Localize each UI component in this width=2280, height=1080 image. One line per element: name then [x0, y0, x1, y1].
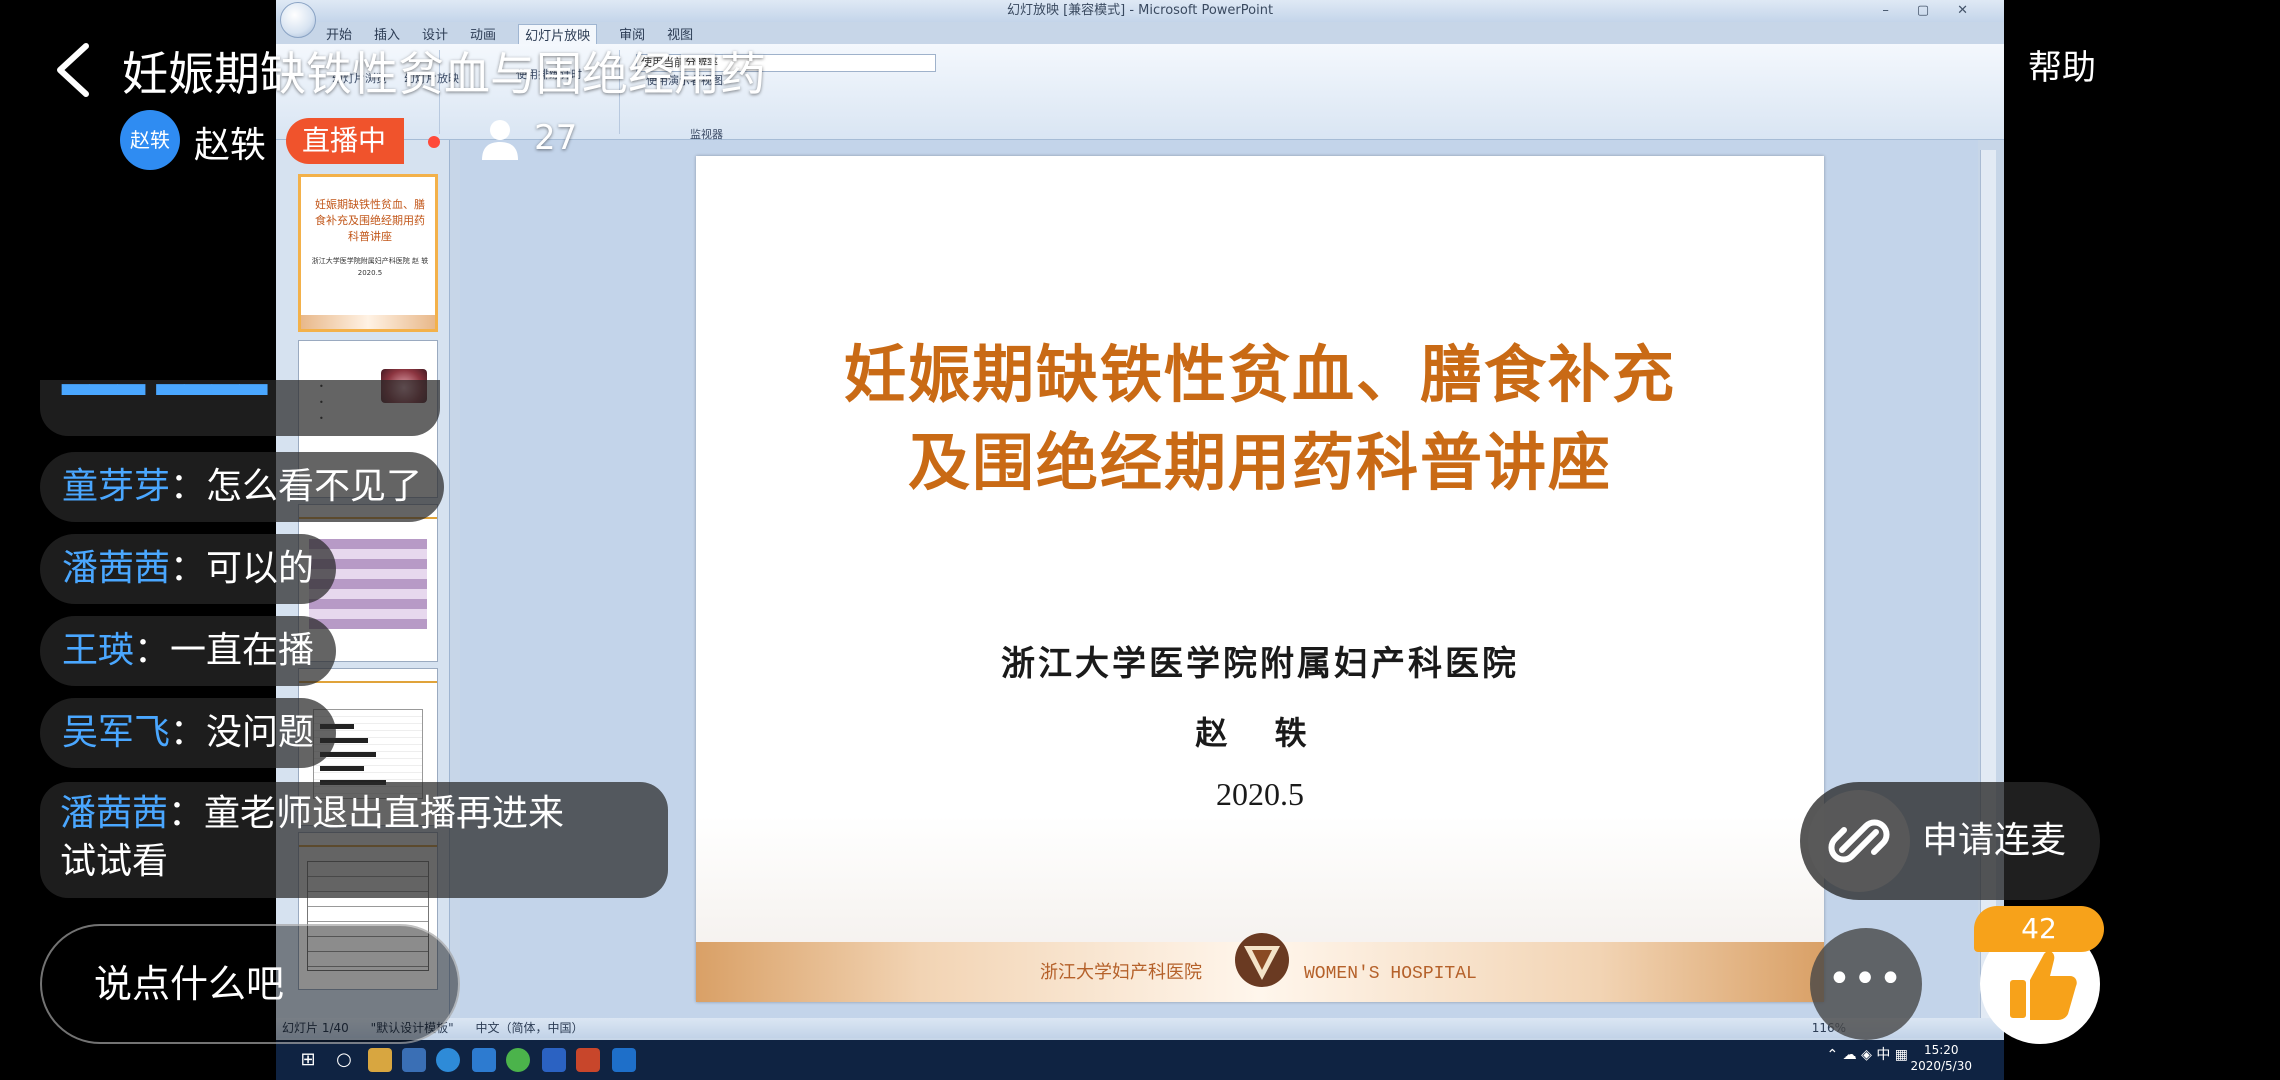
- mic-link-icon: [1808, 790, 1910, 892]
- chat-partial-text: ▂▂▂ ▂▂▂▂: [62, 380, 267, 395]
- chat-message: 童芽芽：怎么看不见了: [40, 452, 445, 522]
- request-mic-label: 申请连麦: [1922, 820, 2067, 861]
- comment-input[interactable]: 说点什么吧: [40, 924, 460, 1044]
- host-avatar[interactable]: 赵轶: [120, 110, 180, 170]
- live-stream-screen: 幻灯放映 [兼容模式] - Microsoft PowerPoint –▢✕ 开…: [0, 0, 2280, 1080]
- chat-text: ：可以的: [170, 548, 315, 589]
- system-tray: ⌃ ☁ ◈ 中 ▦: [1826, 1047, 1908, 1063]
- slide-title-line1: 妊娠期缺铁性贫血、膳食补充: [843, 338, 1676, 411]
- chat-nick: 潘茜茜: [60, 793, 169, 834]
- help-button[interactable]: 帮助: [2028, 40, 2096, 89]
- taskbar-clock: 15:20 2020/5/30: [1910, 1042, 1972, 1074]
- slide-footer-cn: 浙江大学妇产科医院: [1040, 962, 1202, 983]
- current-slide: 妊娠期缺铁性贫血、膳食补充 及围绝经期用药科普讲座 浙江大学医学院附属妇产科医院…: [696, 156, 1824, 1002]
- viewer-person-icon: [482, 120, 518, 160]
- more-dots-icon: •••: [1827, 956, 1905, 1002]
- slide-date: 2020.5: [1216, 776, 1304, 812]
- chat-text: ：没问题: [170, 712, 315, 753]
- file-explorer-icon: [368, 1048, 392, 1072]
- chat-message-partial: ▂▂▂ ▂▂▂▂: [40, 380, 440, 436]
- like-count-badge: 42: [1974, 906, 2104, 952]
- more-options-button[interactable]: •••: [1810, 928, 1922, 1040]
- clock-time: 15:20: [1923, 1043, 1959, 1057]
- ppt-status-bar: 幻灯片 1/40 "默认设计模板" 中文（简体，中国） 116%: [276, 1018, 2004, 1038]
- live-indicator-dot: [428, 136, 440, 148]
- thumb-subtitle: 浙江大学医学院附属妇产科医院 赵 轶 2020.5: [311, 257, 429, 277]
- slide-title-line2: 及围绝经期用药科普讲座: [907, 426, 1612, 499]
- hospital-logo-icon: [1235, 933, 1289, 987]
- ime-indicator: 中: [1876, 1047, 1891, 1063]
- ppt-window-title: 幻灯放映 [兼容模式] - Microsoft PowerPoint: [276, 0, 2004, 22]
- windows-start-icon: ⊞: [300, 1049, 316, 1070]
- mail-icon: [472, 1048, 496, 1072]
- back-arrow-icon[interactable]: [50, 38, 98, 102]
- thumb-title: 妊娠期缺铁性贫血、膳食补充及围绝经期用药科普讲座: [315, 198, 425, 243]
- clock-date: 2020/5/30: [1910, 1059, 1972, 1073]
- office-button-icon: [280, 2, 316, 38]
- chat-text-continued: 试试看: [60, 841, 169, 882]
- status-language: 中文（简体，中国）: [475, 1021, 584, 1035]
- app-icon: [506, 1048, 530, 1072]
- host-name: 赵轶: [194, 125, 267, 166]
- slide-presenter: 赵 轶: [1195, 714, 1325, 752]
- slide-footer-en: WOMEN'S HOSPITAL: [1304, 964, 1477, 984]
- chat-text: ：童老师退出直播再进来: [168, 793, 565, 834]
- powerpoint-icon: [576, 1048, 600, 1072]
- store-icon: [402, 1048, 426, 1072]
- chat-message: 潘茜茜：童老师退出直播再进来 试试看: [40, 782, 668, 898]
- chat-nick: 吴军飞: [62, 712, 171, 753]
- browser-icon: [436, 1048, 460, 1072]
- chat-message: 王瑛：一直在播: [40, 616, 337, 686]
- slide-institution: 浙江大学医学院附属妇产科医院: [1001, 644, 1519, 684]
- chat-message: 吴军飞：没问题: [40, 698, 337, 768]
- chat-text: ：一直在播: [134, 630, 315, 671]
- search-circle-icon: ○: [336, 1049, 352, 1070]
- thumb-band: [301, 315, 435, 329]
- chat-nick: 王瑛: [62, 630, 135, 671]
- stream-title: 妊娠期缺铁性贫血与围绝经用药: [122, 47, 766, 101]
- chat-nick: 童芽芽: [62, 466, 171, 507]
- request-mic-button[interactable]: 申请连麦: [1800, 782, 2100, 900]
- chat-nick: 潘茜茜: [62, 548, 171, 589]
- window-controls-icon: –▢✕: [1882, 3, 1996, 18]
- chat-text: ：怎么看不见了: [170, 466, 423, 507]
- app-icon: [612, 1048, 636, 1072]
- chat-message: 潘茜茜：可以的: [40, 534, 337, 604]
- viewer-count: 27: [534, 118, 578, 158]
- live-status-badge: 直播中: [286, 118, 405, 164]
- slide-thumbnail-1: 妊娠期缺铁性贫血、膳食补充及围绝经期用药科普讲座 浙江大学医学院附属妇产科医院 …: [298, 174, 438, 332]
- app-icon: [542, 1048, 566, 1072]
- windows-taskbar: ⊞ ○ ⌃ ☁ ◈ 中 ▦ 15:20 2020/5/30: [276, 1040, 2004, 1080]
